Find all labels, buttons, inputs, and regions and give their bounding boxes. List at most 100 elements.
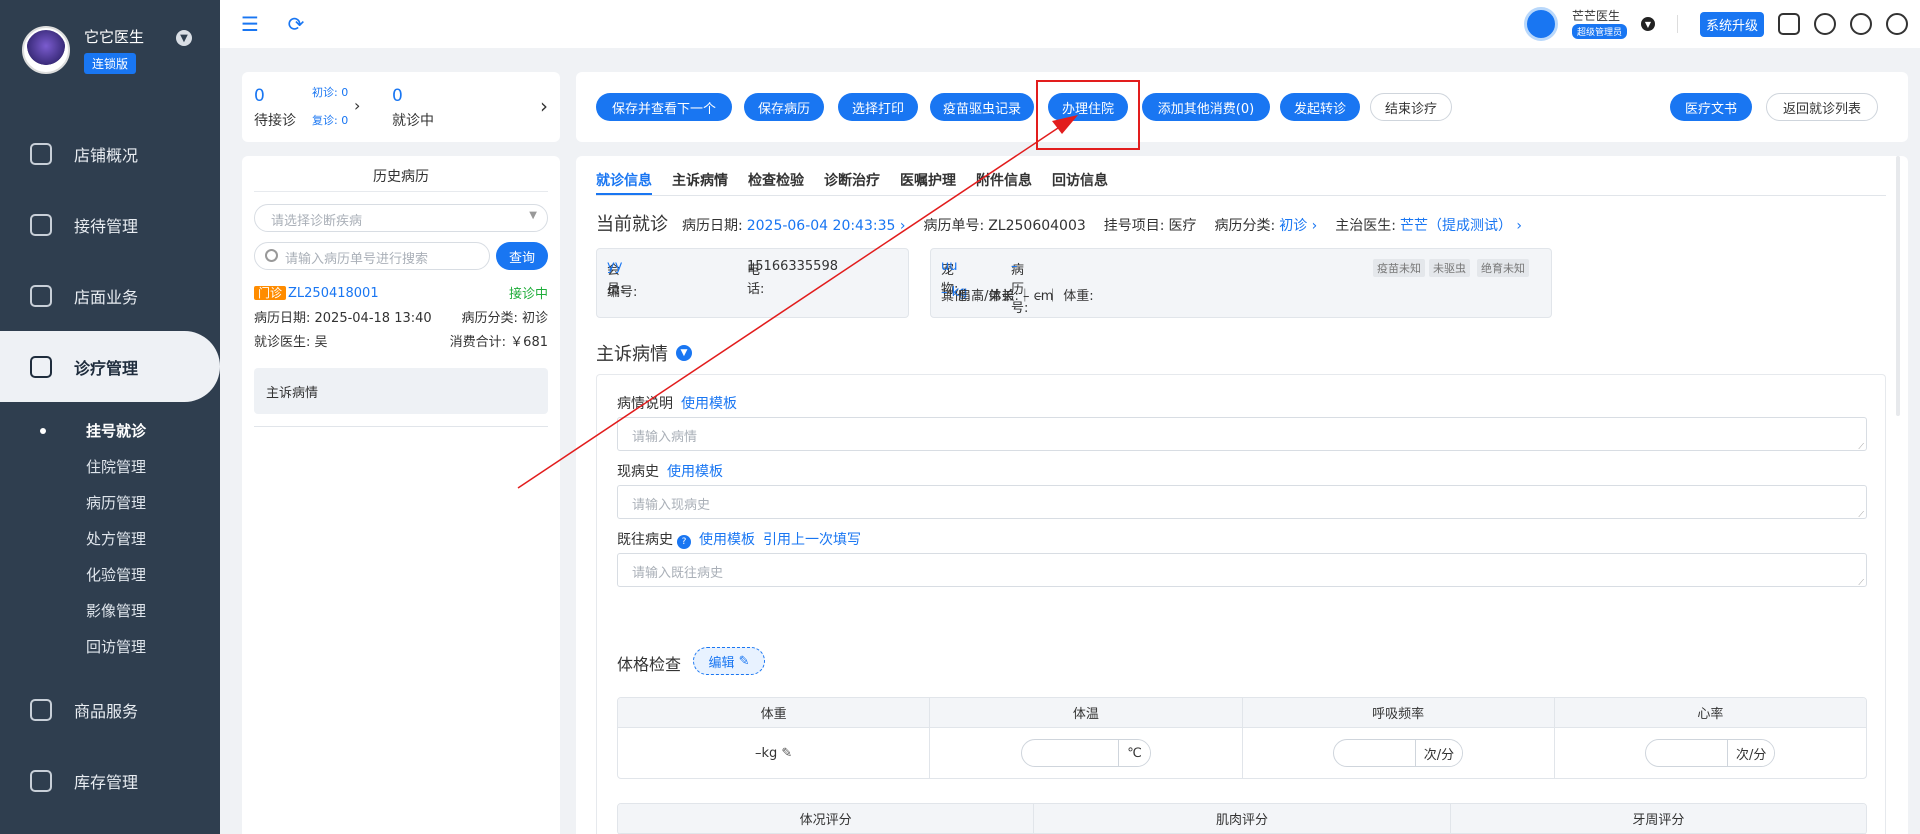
pencil-icon[interactable]: ✎ bbox=[781, 746, 792, 761]
vaccine-record-button[interactable]: 疫苗驱虫记录 bbox=[930, 93, 1034, 121]
tab-diagnosis[interactable]: 诊断治疗 bbox=[824, 170, 880, 194]
chevron-down-icon[interactable]: ▼ bbox=[676, 345, 692, 361]
use-template-link[interactable]: 使用模板 bbox=[699, 532, 755, 548]
attending-doctor[interactable]: 芒芒（提成测试） › bbox=[1400, 215, 1522, 235]
clipboard-icon bbox=[30, 213, 52, 236]
submenu-records[interactable]: 病历管理 bbox=[0, 484, 220, 520]
save-record-button[interactable]: 保存病历 bbox=[744, 93, 824, 121]
menu-item-inventory[interactable]: 库存管理 bbox=[0, 745, 220, 816]
submenu-registration[interactable]: 挂号就诊 bbox=[0, 412, 220, 448]
help-icon[interactable] bbox=[1886, 13, 1908, 35]
save-next-button[interactable]: 保存并查看下一个 bbox=[596, 93, 732, 121]
user-chevron-down-icon[interactable]: ▼ bbox=[1640, 17, 1655, 31]
menu-label: 店面业务 bbox=[74, 287, 139, 307]
header-body-score: 体况评分 bbox=[618, 804, 1035, 833]
header-heart-rate: 心率 bbox=[1697, 707, 1724, 722]
menu-item-clinic[interactable]: 诊疗管理 bbox=[0, 331, 220, 402]
headset-icon[interactable] bbox=[1850, 13, 1872, 35]
use-template-link[interactable]: 使用模板 bbox=[681, 396, 737, 412]
waiting-stat[interactable]: 0 待接诊 bbox=[254, 86, 296, 130]
visit-category[interactable]: 初诊 › bbox=[1279, 215, 1317, 235]
visit-date[interactable]: 2025-06-04 20:43:35 › bbox=[747, 218, 906, 234]
pet-name[interactable]: uu bbox=[941, 259, 957, 274]
scrollbar[interactable] bbox=[1896, 156, 1900, 416]
past-history-input[interactable]: 请输入既往病史 bbox=[617, 553, 1867, 588]
member-card: 会员: yy 电话: 15166335598 编号: bbox=[596, 248, 909, 318]
menu-item-goods[interactable]: 商品服务 bbox=[0, 674, 220, 745]
diagnosis-select[interactable]: 请选择诊断疾病 ▼ bbox=[254, 204, 548, 232]
chevron-right-icon[interactable]: › bbox=[540, 94, 548, 118]
heart-rate-cell: 次/分 bbox=[1555, 728, 1866, 778]
calendar-icon[interactable] bbox=[1778, 13, 1800, 35]
back-list-button[interactable]: 返回就诊列表 bbox=[1766, 93, 1878, 121]
pet-card: 宠物: uu 病历号: – 疫苗未知 未驱虫 绝育未知 其他 ｜ 弟弟 ｜ – … bbox=[930, 248, 1552, 318]
medical-docs-button[interactable]: 医疗文书 bbox=[1670, 93, 1752, 121]
cite-last-link[interactable]: 引用上一次填写 bbox=[763, 532, 861, 548]
in-visit-count: 0 bbox=[392, 86, 403, 106]
record-id[interactable]: ZL250418001 bbox=[288, 286, 379, 301]
heart-rate-input[interactable]: 次/分 bbox=[1645, 739, 1776, 767]
header-muscle-score: 肌肉评分 bbox=[1034, 804, 1451, 833]
search-placeholder: 请输入病历单号进行搜索 bbox=[285, 252, 429, 267]
main-menu-lower: 商品服务 库存管理 bbox=[0, 674, 220, 816]
record-search-input[interactable]: 请输入病历单号进行搜索 bbox=[254, 242, 490, 270]
select-print-button[interactable]: 选择打印 bbox=[838, 93, 918, 121]
chevron-down-icon[interactable]: ▼ bbox=[176, 30, 192, 46]
header-temperature: 体温 bbox=[930, 698, 1243, 727]
add-consume-button[interactable]: 添加其他消费(0) bbox=[1142, 93, 1270, 121]
tab-attachments[interactable]: 附件信息 bbox=[976, 170, 1032, 194]
divider bbox=[254, 426, 548, 427]
box-icon bbox=[30, 769, 52, 792]
refresh-icon[interactable]: ⟳ bbox=[284, 12, 308, 36]
tab-visit-info[interactable]: 就诊信息 bbox=[596, 170, 652, 194]
end-visit-button[interactable]: 结束诊疗 bbox=[1370, 93, 1452, 121]
highlight-box bbox=[1036, 80, 1140, 150]
submenu-lab[interactable]: 化验管理 bbox=[0, 556, 220, 592]
record-date: 病历日期: 2025-04-18 13:40 bbox=[254, 310, 432, 326]
monitor-icon bbox=[30, 142, 52, 165]
current-history-input[interactable]: 请输入现病史 bbox=[617, 485, 1867, 520]
outpatient-tag: 门诊 bbox=[254, 285, 287, 300]
help-icon[interactable]: ? bbox=[677, 535, 691, 549]
query-button[interactable]: 查询 bbox=[496, 242, 548, 270]
menu-item-store-overview[interactable]: 店铺概况 bbox=[0, 118, 220, 189]
topbar-right: 芒芒医生 超级管理员 ▼ 系统升级 bbox=[1523, 0, 1908, 48]
use-template-link[interactable]: 使用模板 bbox=[667, 464, 723, 480]
submenu-hospital[interactable]: 住院管理 bbox=[0, 448, 220, 484]
bell-icon[interactable] bbox=[1814, 13, 1836, 35]
complaint-summary[interactable]: 主诉病情 bbox=[254, 368, 548, 414]
illness-input[interactable]: 请输入病情 bbox=[617, 417, 1867, 452]
store-logo bbox=[22, 26, 70, 74]
submenu-imaging[interactable]: 影像管理 bbox=[0, 592, 220, 628]
heart-rate-unit: 次/分 bbox=[1726, 740, 1775, 766]
system-upgrade-button[interactable]: 系统升级 bbox=[1699, 11, 1764, 37]
action-toolbar: 保存并查看下一个 保存病历 选择打印 疫苗驱虫记录 办理住院 添加其他消费(0)… bbox=[576, 72, 1908, 142]
complaint-section-title[interactable]: 主诉病情 ▼ bbox=[596, 340, 692, 366]
tab-complaint[interactable]: 主诉病情 bbox=[672, 170, 728, 194]
date-label: 病历日期: bbox=[682, 218, 743, 234]
current-visit-line: 当前就诊 病历日期: 2025-06-04 20:43:35 › 病历单号: Z… bbox=[596, 210, 1540, 236]
tab-orders[interactable]: 医嘱护理 bbox=[900, 170, 956, 194]
complaint-panel: 病情说明使用模板 请输入病情 现病史使用模板 请输入现病史 既往病史?使用模板引… bbox=[596, 374, 1886, 834]
temperature-input[interactable]: ℃ bbox=[1020, 739, 1151, 767]
edit-physical-button[interactable]: 编辑 ✎ bbox=[693, 647, 765, 675]
submenu-followup[interactable]: 回访管理 bbox=[0, 628, 220, 664]
visit-content: 就诊信息 主诉病情 检查检验 诊断治疗 医嘱护理 附件信息 回访信息 当前就诊 … bbox=[576, 156, 1908, 834]
in-visit-stat[interactable]: 0 就诊中 bbox=[392, 86, 434, 130]
member-name[interactable]: yy bbox=[607, 259, 622, 274]
respiration-input[interactable]: 次/分 bbox=[1333, 739, 1464, 767]
tab-examination[interactable]: 检查检验 bbox=[748, 170, 804, 194]
past-history-label: 既往病史? 使用模板 引用上一次填写 bbox=[617, 532, 861, 549]
menu-item-store-business[interactable]: 店面业务 bbox=[0, 260, 220, 331]
record-category: 病历分类: 初诊 bbox=[461, 310, 548, 326]
chevron-right-icon[interactable]: › bbox=[354, 96, 360, 115]
tab-bar: 就诊信息 主诉病情 检查检验 诊断治疗 医嘱护理 附件信息 回访信息 bbox=[596, 170, 1128, 194]
submenu-prescription[interactable]: 处方管理 bbox=[0, 520, 220, 556]
transfer-button[interactable]: 发起转诊 bbox=[1280, 93, 1360, 121]
menu-item-reception[interactable]: 接待管理 bbox=[0, 189, 220, 260]
menu-label: 库存管理 bbox=[74, 772, 139, 792]
user-avatar[interactable] bbox=[1523, 7, 1558, 41]
history-record[interactable]: 门诊 ZL250418001 接诊中 病历日期: 2025-04-18 13:40… bbox=[254, 280, 548, 352]
tab-followup[interactable]: 回访信息 bbox=[1052, 170, 1108, 194]
menu-toggle-icon[interactable]: ☰ bbox=[238, 12, 262, 36]
